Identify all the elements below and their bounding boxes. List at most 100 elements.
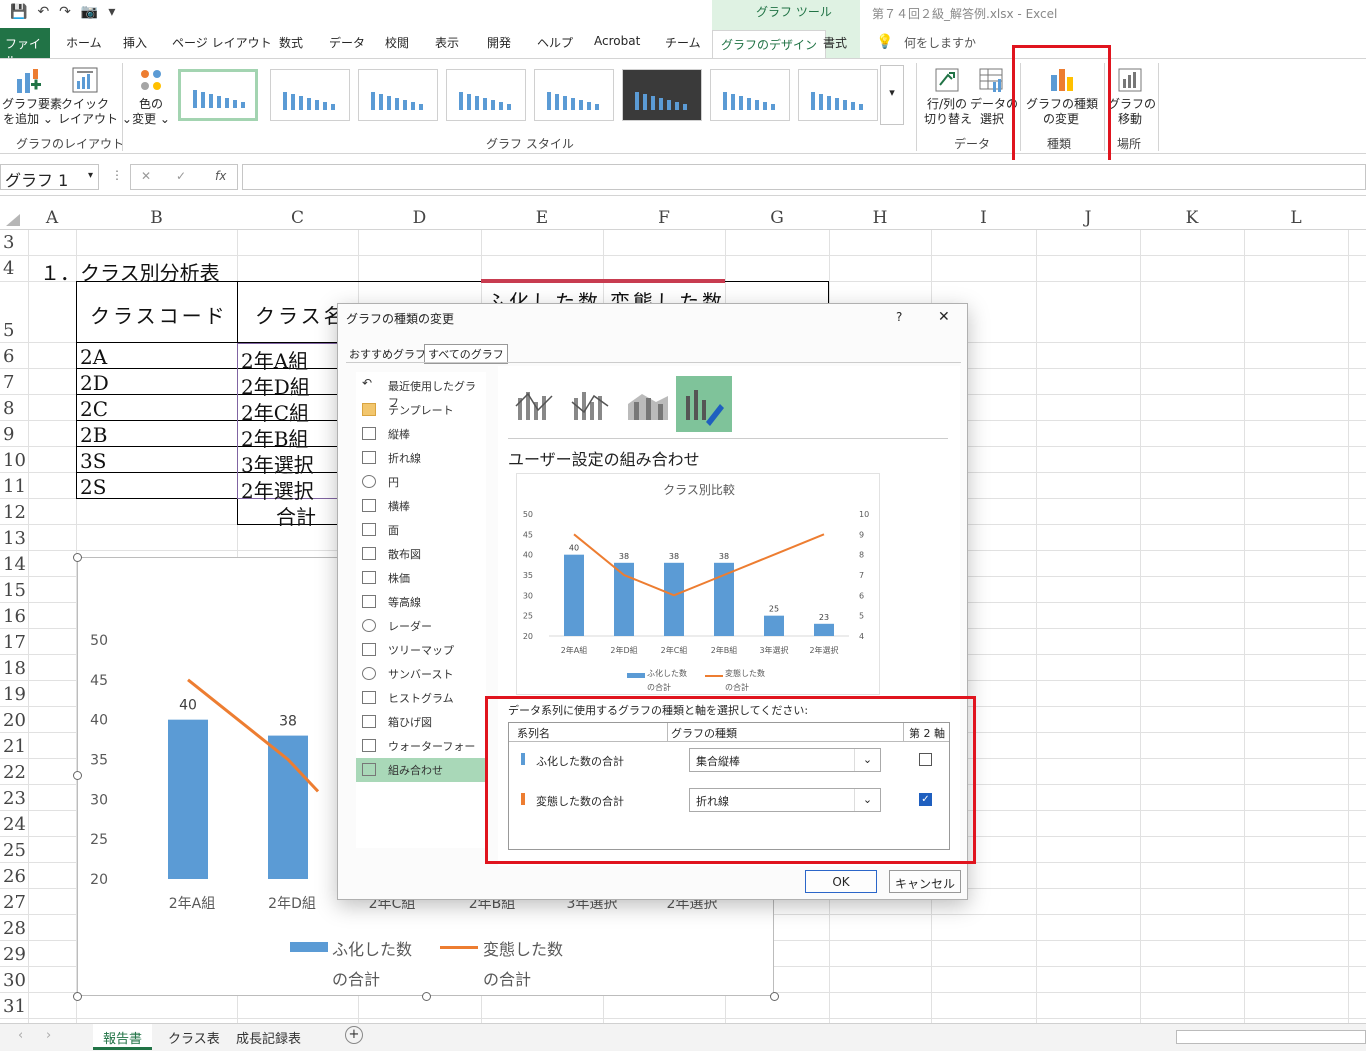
category-surface[interactable]: 等高線 bbox=[356, 590, 486, 614]
chart-style-2[interactable] bbox=[270, 69, 350, 121]
move-chart-button[interactable]: グラフの 移動 bbox=[1108, 65, 1156, 127]
category-recent[interactable]: ↶ 最近使用したグラフ bbox=[356, 374, 486, 409]
category-area[interactable]: 面 bbox=[356, 518, 486, 542]
scroll-right-icon[interactable]: › bbox=[46, 1028, 51, 1043]
row-5[interactable]: 5 bbox=[0, 320, 28, 341]
category-histogram[interactable]: ヒストグラム bbox=[356, 686, 486, 710]
sheet-tab-growth[interactable]: 成長記録表 bbox=[236, 1028, 301, 1047]
formula-input[interactable] bbox=[242, 164, 1366, 190]
chart-style-4[interactable] bbox=[446, 69, 526, 121]
resize-handle[interactable] bbox=[73, 771, 82, 780]
header-class-name[interactable]: クラス名 bbox=[255, 300, 347, 329]
sheet-tab-report[interactable]: 報告書 bbox=[93, 1024, 153, 1050]
row-22[interactable]: 22 bbox=[0, 762, 28, 783]
name-box[interactable]: グラフ 1 ▾ bbox=[0, 164, 99, 190]
tab-acrobat[interactable]: Acrobat bbox=[594, 34, 640, 48]
row-24[interactable]: 24 bbox=[0, 814, 28, 835]
tab-recommended-charts[interactable]: おすすめグラフ bbox=[349, 346, 426, 362]
tab-team[interactable]: チーム bbox=[665, 34, 701, 51]
chart-style-7[interactable] bbox=[710, 69, 790, 121]
combo-area-column-icon[interactable] bbox=[620, 376, 676, 432]
row-29[interactable]: 29 bbox=[0, 944, 28, 965]
table-row[interactable]: 2C bbox=[80, 397, 108, 421]
row-16[interactable]: 16 bbox=[0, 606, 28, 627]
redo-icon[interactable]: ↷ bbox=[59, 4, 71, 20]
custom-combo-icon[interactable] bbox=[676, 376, 732, 432]
cancel-entry-icon[interactable]: ✕ bbox=[141, 169, 151, 183]
tab-formulas[interactable]: 数式 bbox=[279, 34, 303, 51]
close-icon[interactable]: ✕ bbox=[938, 309, 950, 325]
table-cell[interactable]: 2年選択 bbox=[241, 475, 314, 504]
tab-page-layout[interactable]: ページ レイアウト bbox=[172, 34, 272, 51]
tab-help[interactable]: ヘルプ bbox=[537, 34, 573, 51]
tab-developer[interactable]: 開発 bbox=[487, 34, 511, 51]
row-6[interactable]: 6 bbox=[0, 346, 28, 367]
confirm-entry-icon[interactable]: ✓ bbox=[176, 169, 186, 183]
combo-clustered-line-icon[interactable] bbox=[508, 376, 564, 432]
row-25[interactable]: 25 bbox=[0, 840, 28, 861]
select-all-icon[interactable] bbox=[6, 214, 20, 226]
add-sheet-button[interactable]: + bbox=[345, 1026, 363, 1044]
col-k[interactable]: K bbox=[1140, 208, 1244, 228]
table-cell[interactable]: 2年B組 bbox=[241, 423, 308, 452]
tab-chart-design[interactable]: グラフのデザイン bbox=[712, 30, 827, 58]
category-pie[interactable]: 円 bbox=[356, 470, 486, 494]
gallery-more-button[interactable]: ▾ bbox=[880, 65, 904, 125]
tab-all-charts[interactable]: すべてのグラフ bbox=[424, 344, 508, 364]
sheet-tab-class[interactable]: クラス表 bbox=[168, 1028, 220, 1047]
category-bar[interactable]: 横棒 bbox=[356, 494, 486, 518]
row-7[interactable]: 7 bbox=[0, 372, 28, 393]
category-combo[interactable]: 組み合わせ bbox=[356, 758, 486, 782]
add-chart-element-button[interactable]: グラフ要素 を追加 ⌄ bbox=[2, 65, 62, 127]
table-row[interactable]: 2D bbox=[80, 371, 109, 395]
col-d[interactable]: D bbox=[358, 208, 481, 228]
table-cell[interactable]: 2年C組 bbox=[241, 397, 309, 426]
tab-format[interactable]: 書式 bbox=[823, 34, 847, 51]
table-cell[interactable]: 3年選択 bbox=[241, 449, 314, 478]
ok-button[interactable]: OK bbox=[805, 870, 877, 893]
row-12[interactable]: 12 bbox=[0, 502, 28, 523]
tab-review[interactable]: 校閲 bbox=[385, 34, 409, 51]
row-31[interactable]: 31 bbox=[0, 996, 28, 1017]
chart-style-3[interactable] bbox=[358, 69, 438, 121]
category-templates[interactable]: テンプレート bbox=[356, 398, 486, 422]
chart-style-1[interactable] bbox=[178, 69, 258, 121]
col-h[interactable]: H bbox=[829, 208, 931, 228]
table-row[interactable]: 2B bbox=[80, 423, 107, 447]
tab-view[interactable]: 表示 bbox=[435, 34, 459, 51]
row-14[interactable]: 14 bbox=[0, 554, 28, 575]
quick-layout-button[interactable]: クイック レイアウト ⌄ bbox=[58, 65, 132, 127]
help-icon[interactable]: ? bbox=[896, 310, 902, 324]
chart-style-8[interactable] bbox=[798, 69, 878, 121]
save-icon[interactable]: 💾 bbox=[10, 4, 27, 20]
row-28[interactable]: 28 bbox=[0, 918, 28, 939]
qat-more-icon[interactable]: ▾ bbox=[108, 4, 115, 20]
col-l[interactable]: L bbox=[1244, 208, 1348, 228]
category-line[interactable]: 折れ線 bbox=[356, 446, 486, 470]
category-treemap[interactable]: ツリーマップ bbox=[356, 638, 486, 662]
resize-handle[interactable] bbox=[422, 992, 431, 1001]
table-row[interactable]: 2S bbox=[80, 475, 106, 499]
row-8[interactable]: 8 bbox=[0, 398, 28, 419]
change-colors-button[interactable]: 色の 変更 ⌄ bbox=[130, 65, 172, 127]
table-row[interactable]: 3S bbox=[80, 449, 106, 473]
table-cell[interactable]: 2年A組 bbox=[241, 345, 308, 374]
tell-me-box[interactable]: 何をしますか bbox=[904, 34, 976, 51]
table-row[interactable]: 2A bbox=[80, 345, 107, 369]
category-waterfall[interactable]: ウォーターフォール bbox=[356, 734, 486, 769]
combo-secondary-axis-icon[interactable] bbox=[564, 376, 620, 432]
col-e[interactable]: E bbox=[481, 208, 603, 228]
category-column[interactable]: 縦棒 bbox=[356, 422, 486, 446]
scroll-left-icon[interactable]: ‹ bbox=[18, 1028, 23, 1043]
row-23[interactable]: 23 bbox=[0, 788, 28, 809]
insert-function-icon[interactable]: fx bbox=[215, 169, 226, 183]
col-b[interactable]: B bbox=[76, 208, 237, 228]
resize-handle[interactable] bbox=[73, 553, 82, 562]
tab-home[interactable]: ホーム bbox=[66, 34, 102, 51]
row-13[interactable]: 13 bbox=[0, 528, 28, 549]
switch-row-column-button[interactable]: 行/列の 切り替え bbox=[924, 65, 972, 127]
row-4[interactable]: 4 bbox=[0, 258, 28, 279]
row-30[interactable]: 30 bbox=[0, 970, 28, 991]
col-g[interactable]: G bbox=[725, 208, 829, 228]
row-9[interactable]: 9 bbox=[0, 424, 28, 445]
